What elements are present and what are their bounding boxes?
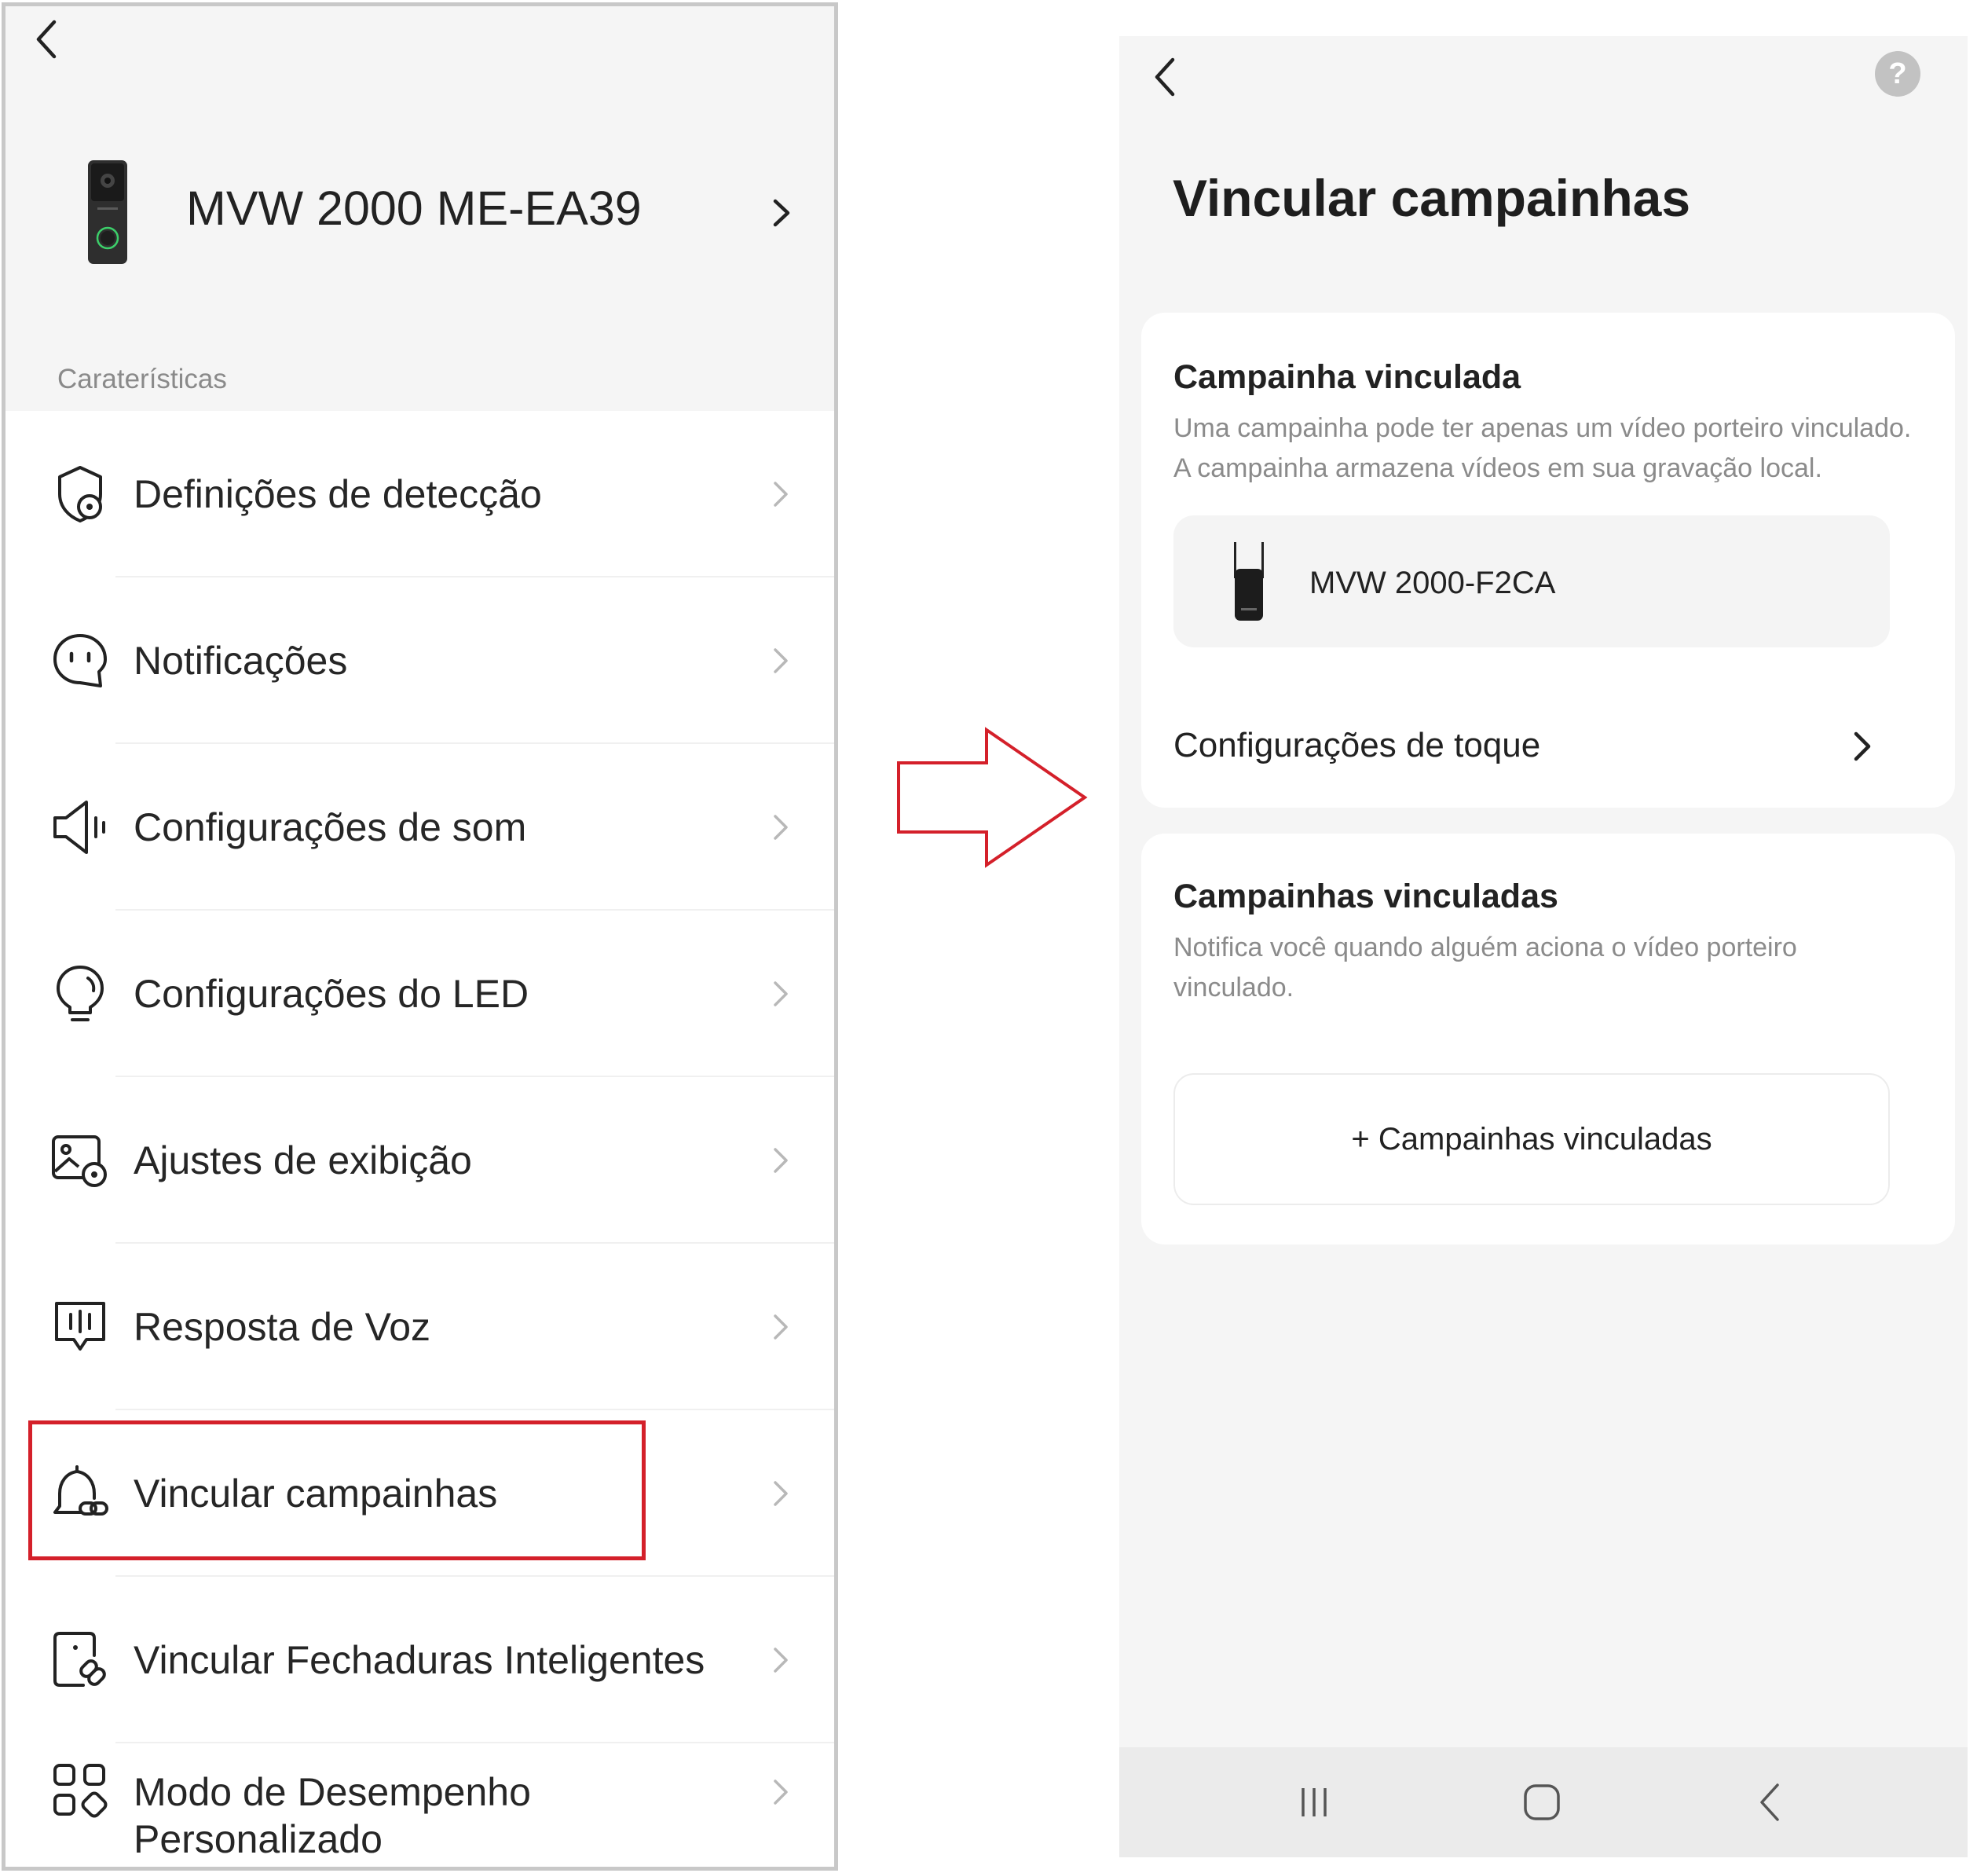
menu-item-label: Vincular campainhas <box>134 1472 498 1516</box>
page-title: Vincular campainhas <box>1173 169 1691 227</box>
menu-item-sound-settings[interactable]: Configurações de som <box>5 744 834 911</box>
menu-item-label: Configurações do LED <box>134 972 529 1016</box>
lock-link-icon <box>53 1632 106 1687</box>
back-nav-icon[interactable] <box>1748 1779 1795 1826</box>
arrow-right-icon <box>897 727 1088 868</box>
ring-settings-row[interactable]: Configurações de toque <box>1141 706 1955 784</box>
chevron-right-icon <box>774 1481 788 1506</box>
menu-item-link-chimes[interactable]: Vincular campainhas <box>5 1410 834 1577</box>
card-description: Uma campainha pode ter apenas um vídeo p… <box>1173 413 1912 483</box>
chevron-right-icon <box>774 815 788 840</box>
menu-item-performance-mode[interactable]: Modo de Desempenho Personalizado <box>5 1743 834 1867</box>
menu-item-voice-response[interactable]: Resposta de Voz <box>5 1244 834 1410</box>
chevron-right-icon <box>774 482 788 507</box>
card-title: Campainha vinculada <box>1173 358 1521 396</box>
help-icon[interactable]: ? <box>1875 51 1920 97</box>
ring-settings-label: Configurações de toque <box>1173 726 1541 764</box>
linked-chime-card: Campainha vinculada Uma campainha pode t… <box>1141 313 1955 808</box>
menu-item-label: Notificações <box>134 639 348 683</box>
recent-apps-icon[interactable] <box>1291 1779 1338 1826</box>
back-arrow-icon[interactable] <box>1149 53 1184 101</box>
device-header[interactable]: MVW 2000 ME-EA39 <box>5 124 834 289</box>
link-chimes-screen: ? Vincular campainhas Campainha vinculad… <box>1119 36 1968 1857</box>
shield-settings-icon <box>58 466 102 522</box>
home-icon[interactable] <box>1518 1779 1565 1826</box>
menu-item-display-settings[interactable]: Ajustes de exibição <box>5 1077 834 1244</box>
speaker-icon <box>53 801 105 854</box>
menu-item-label: Vincular Fechaduras Inteligentes <box>134 1638 705 1682</box>
chevron-right-icon <box>774 1780 788 1805</box>
add-linked-chimes-button[interactable]: + Campainhas vinculadas <box>1173 1073 1890 1205</box>
menu-item-link-smart-locks[interactable]: Vincular Fechaduras Inteligentes <box>5 1577 834 1743</box>
menu-item-led-settings[interactable]: Configurações do LED <box>5 911 834 1077</box>
linked-chime-item[interactable]: MVW 2000-F2CA <box>1173 515 1890 647</box>
performance-grid-icon <box>53 1764 108 1818</box>
bell-link-icon <box>53 1465 108 1516</box>
chevron-right-icon <box>774 1648 788 1673</box>
chime-device-image <box>1234 542 1264 621</box>
menu-item-label: Modo de Desempenho Personalizado <box>134 1770 531 1861</box>
notification-bubble-icon <box>53 634 107 687</box>
device-settings-screen: MVW 2000 ME-EA39 Caraterísticas Definiçõ… <box>2 2 838 1871</box>
card-title: Campainhas vinculadas <box>1173 878 1558 915</box>
voice-response-icon <box>55 1302 105 1351</box>
video-doorbell-image <box>88 160 127 264</box>
menu-item-label: Definições de detecção <box>134 472 542 516</box>
menu-item-label: Resposta de Voz <box>134 1305 431 1349</box>
section-label: Caraterísticas <box>57 364 227 394</box>
menu-item-detection-settings[interactable]: Definições de detecção <box>5 411 834 577</box>
chevron-right-icon <box>1854 731 1871 761</box>
menu-item-label: Ajustes de exibição <box>134 1138 472 1182</box>
back-arrow-icon[interactable] <box>29 16 68 63</box>
image-settings-icon <box>52 1135 107 1187</box>
chevron-right-icon <box>774 1314 788 1340</box>
chevron-right-icon <box>773 199 790 227</box>
menu-item-notifications[interactable]: Notificações <box>5 577 834 744</box>
menu-item-label: Configurações de som <box>134 805 527 849</box>
linked-chimes-card: Campainhas vinculadas Notifica você quan… <box>1141 834 1955 1244</box>
chevron-right-icon <box>774 981 788 1006</box>
device-name: MVW 2000 ME-EA39 <box>186 181 642 235</box>
system-navigation-bar <box>1119 1747 1968 1857</box>
card-description: Notifica você quando alguém aciona o víd… <box>1173 933 1797 1002</box>
settings-menu-list: Definições de detecção Notificações Conf… <box>5 411 834 1867</box>
chevron-right-icon <box>774 1148 788 1173</box>
lightbulb-icon <box>57 966 104 1021</box>
chevron-right-icon <box>774 648 788 673</box>
chime-name: MVW 2000-F2CA <box>1309 566 1556 600</box>
